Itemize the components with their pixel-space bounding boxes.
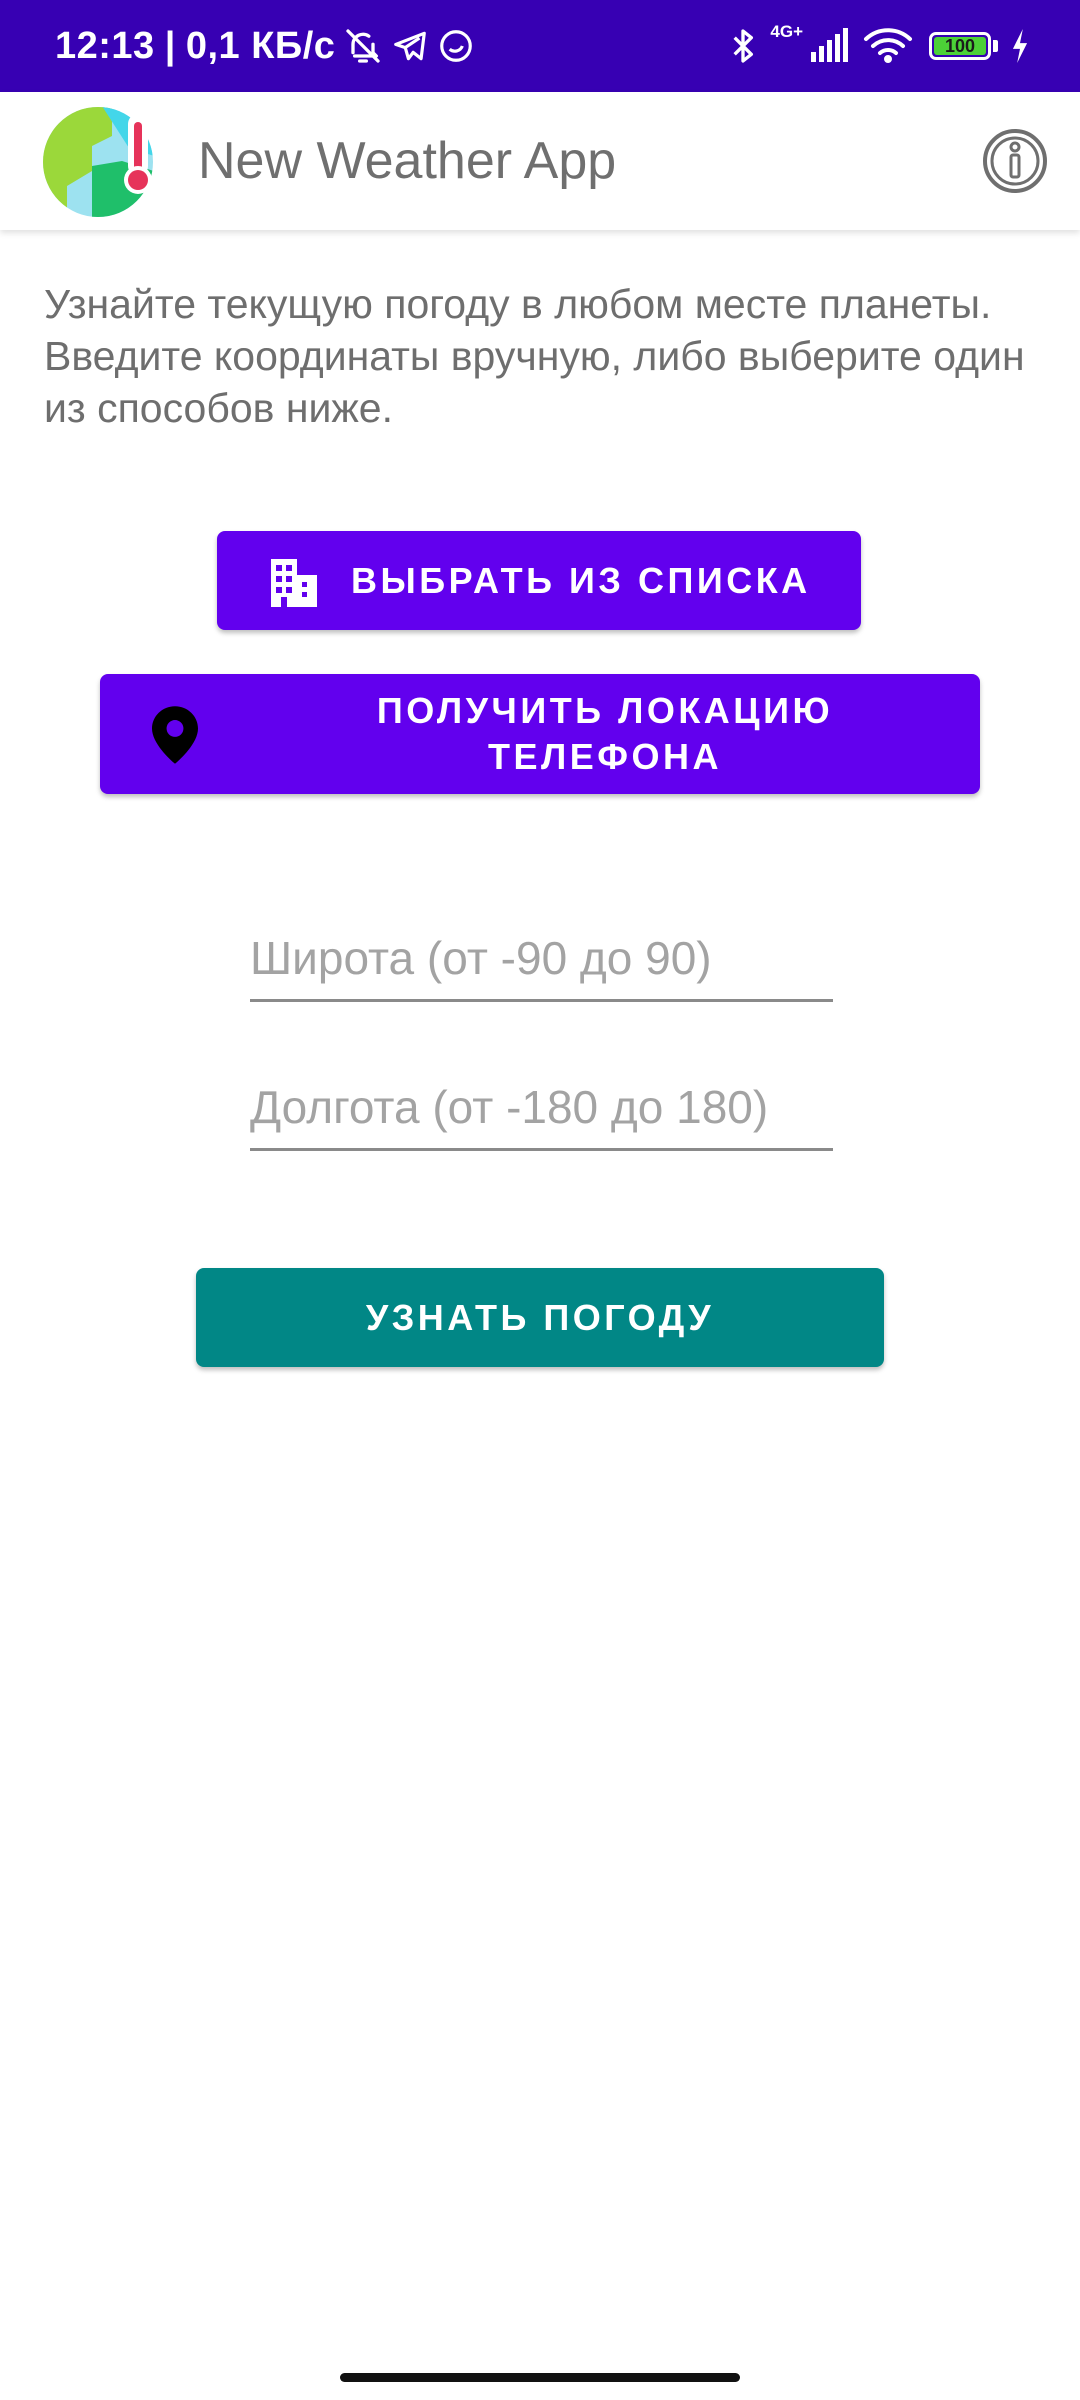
city-icon (267, 555, 321, 616)
status-right: 4G+ 100 (716, 0, 1030, 92)
circle-notification-icon (437, 27, 475, 65)
app-title: New Weather App (198, 132, 617, 190)
get-phone-location-label: ПОЛУЧИТЬ ЛОКАЦИЮ ТЕЛЕФОНА (376, 690, 834, 777)
screen: 12:13 | 0,1 КБ/с 4G+ 100 New Weather App… (0, 0, 1080, 2400)
battery-nub (993, 40, 998, 52)
charging-icon (1010, 29, 1030, 63)
battery-icon: 100 (929, 32, 991, 60)
wifi-icon (863, 27, 913, 65)
globe-thermometer-icon (42, 106, 154, 218)
location-pin-icon (152, 706, 198, 773)
status-net-speed: 0,1 КБ/с (185, 24, 336, 67)
latitude-input[interactable] (250, 922, 833, 1002)
get-weather-button[interactable]: УЗНАТЬ ПОГОДУ (196, 1268, 884, 1367)
choose-from-list-label: ВЫБРАТЬ ИЗ СПИСКА (351, 559, 811, 601)
signal-icon (809, 28, 851, 64)
gesture-navigation-bar[interactable] (340, 2373, 740, 2382)
description-text: Узнайте текущую погоду в любом месте пла… (44, 281, 1025, 431)
telegram-icon (391, 27, 429, 65)
status-left: 12:13 | 0,1 КБ/с (55, 0, 475, 92)
info-icon[interactable] (982, 128, 1048, 194)
choose-from-list-button[interactable]: ВЫБРАТЬ ИЗ СПИСКА (217, 531, 861, 630)
get-weather-label: УЗНАТЬ ПОГОДУ (365, 1296, 715, 1338)
app-bar: New Weather App (0, 92, 1080, 230)
get-phone-location-button[interactable]: ПОЛУЧИТЬ ЛОКАЦИЮ ТЕЛЕФОНА (100, 674, 980, 794)
battery-level: 100 (944, 35, 976, 56)
status-time: 12:13 (55, 24, 155, 67)
bell-off-icon (343, 26, 383, 66)
bluetooth-icon (728, 26, 758, 66)
network-type-label: 4G+ (770, 22, 803, 41)
status-bar: 12:13 | 0,1 КБ/с 4G+ 100 (0, 0, 1080, 92)
longitude-input[interactable] (250, 1071, 833, 1151)
status-separator: | (164, 24, 176, 67)
